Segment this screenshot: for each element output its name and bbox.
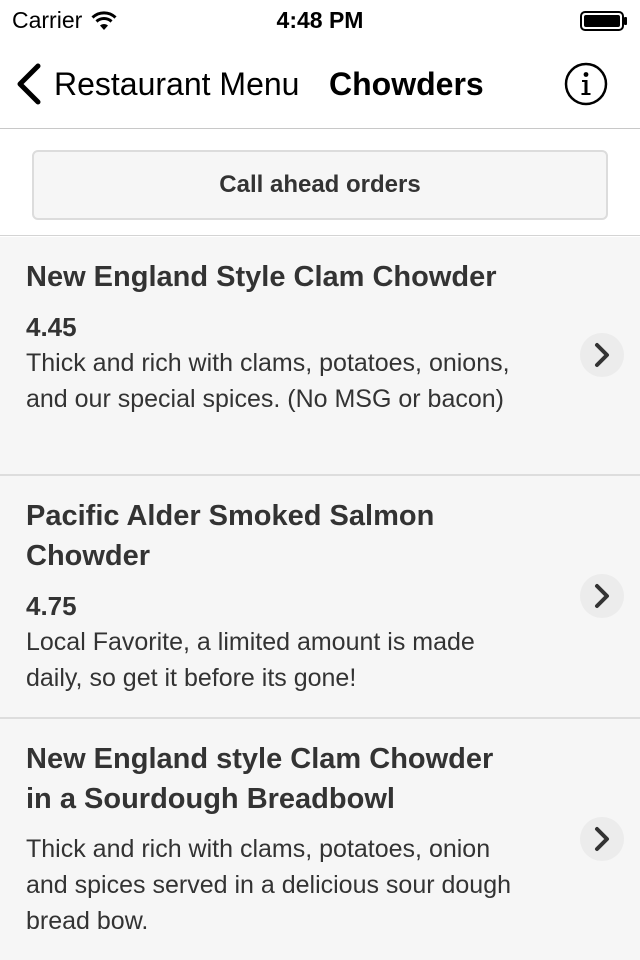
item-price: 4.45 [26, 312, 77, 342]
chevron-left-icon [17, 63, 41, 105]
item-description: Thick and rich with clams, potatoes, oni… [26, 349, 510, 413]
disclosure-button[interactable] [580, 333, 624, 377]
disclosure-button[interactable] [580, 817, 624, 861]
back-button-label: Restaurant Menu [54, 65, 300, 102]
back-button[interactable]: Restaurant Menu [14, 60, 299, 108]
item-name: Pacific Alder Smoked Salmon Chowder [26, 500, 435, 572]
info-icon[interactable] [564, 62, 608, 106]
call-ahead-button[interactable]: Call ahead orders [32, 150, 608, 220]
battery-icon [580, 11, 627, 31]
call-ahead-section: Call ahead orders [0, 129, 640, 236]
page-title: Chowders [329, 66, 484, 102]
item-description: Thick and rich with clams, potatoes, oni… [26, 835, 512, 935]
menu-item[interactable]: New England style Clam Chowder in a Sour… [0, 719, 640, 960]
item-name: New England style Clam Chowder in a Sour… [26, 743, 494, 815]
menu-list: New England Style Clam Chowder 4.45 Thic… [0, 237, 640, 960]
menu-item[interactable]: New England Style Clam Chowder 4.45 Thic… [0, 237, 640, 476]
item-name: New England Style Clam Chowder [26, 261, 497, 293]
item-description: Local Favorite, a limited amount is made… [26, 628, 475, 692]
item-price: 4.75 [26, 591, 77, 621]
chevron-right-icon [595, 343, 609, 367]
chevron-right-icon [595, 584, 609, 608]
clock: 4:48 PM [276, 7, 364, 33]
navigation-bar: Restaurant Menu Chowders [0, 40, 640, 129]
disclosure-button[interactable] [580, 574, 624, 618]
chevron-right-icon [595, 827, 609, 851]
status-bar: Carrier 4:48 PM [0, 0, 640, 40]
menu-item[interactable]: Pacific Alder Smoked Salmon Chowder 4.75… [0, 476, 640, 719]
